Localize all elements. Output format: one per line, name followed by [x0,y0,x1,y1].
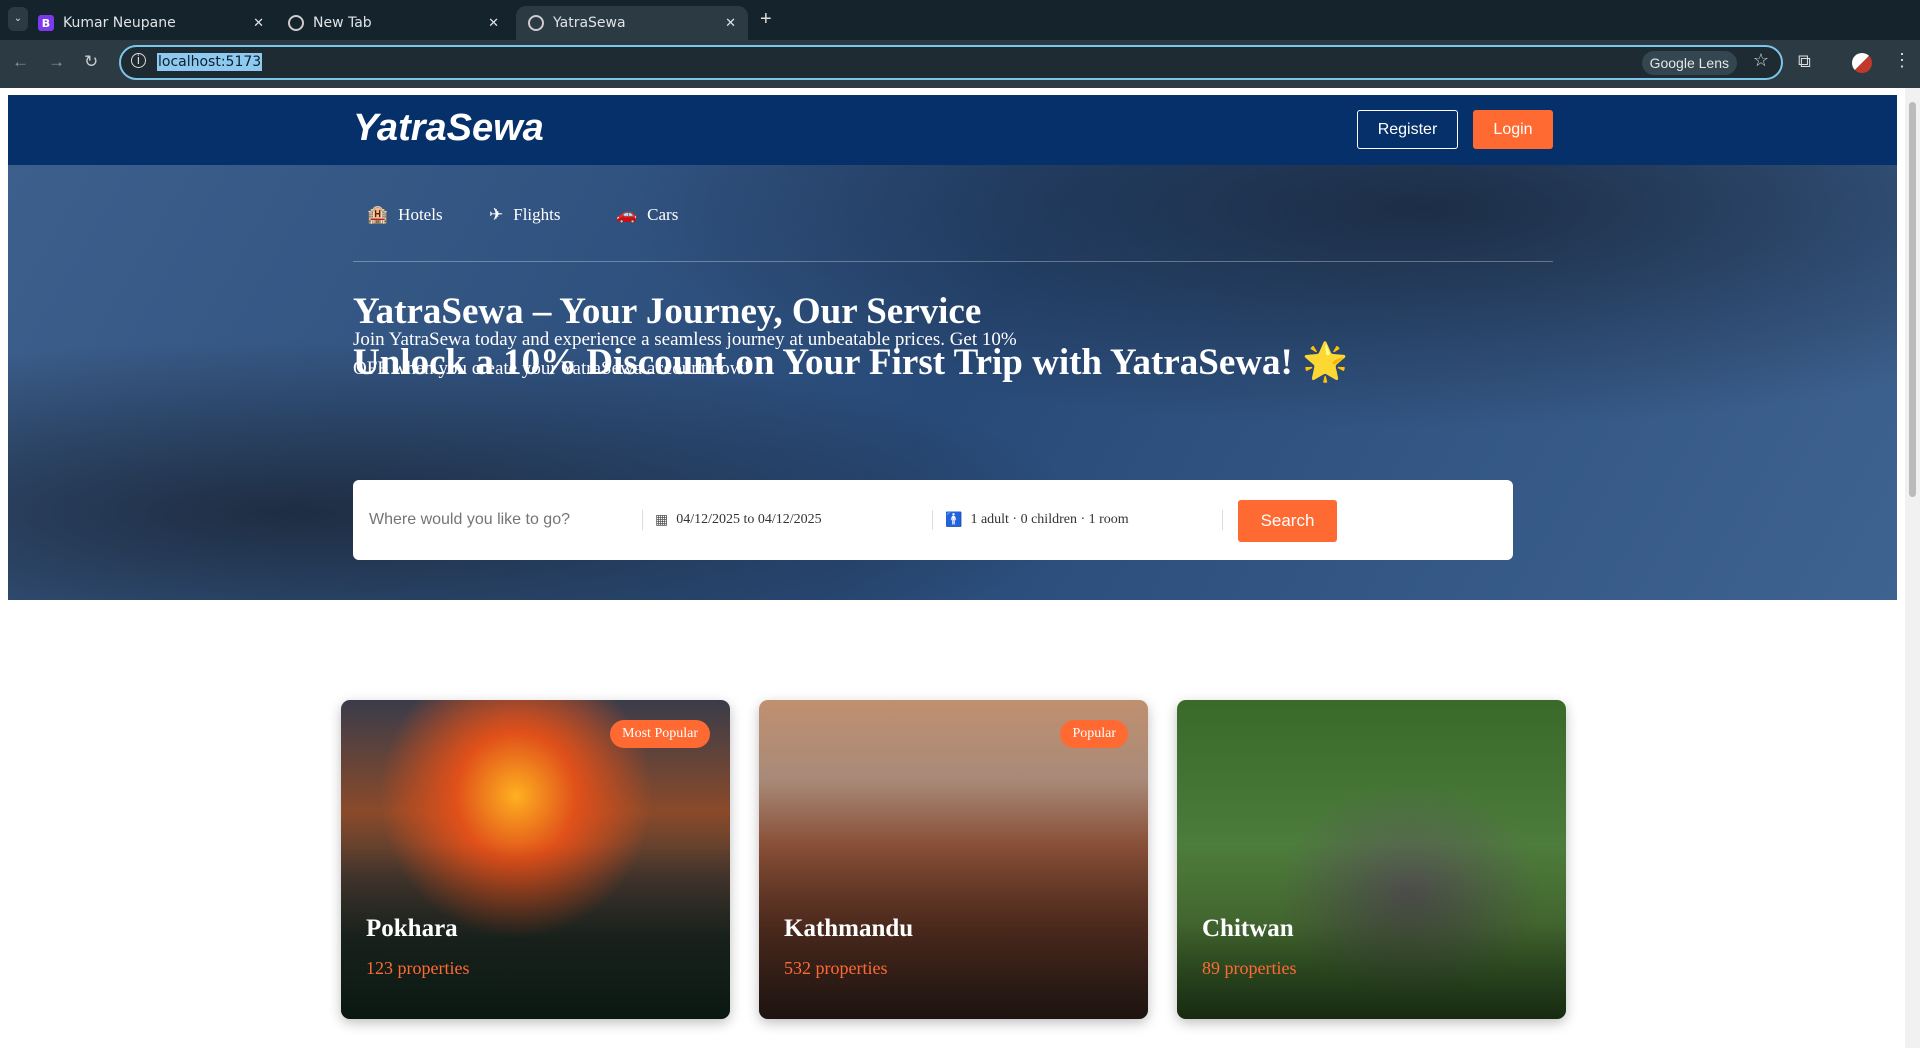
property-count: 532 properties [784,958,888,978]
search-button[interactable]: Search [1238,500,1337,542]
globe-icon [528,15,544,31]
browser-toolbar: ← → ↻ i localhost:5173 Google Lens ☆ ⧉ ⋮ [0,40,1920,88]
close-tab-icon[interactable]: ✕ [488,16,499,31]
browser-tab-bar: ⌄ B Kumar Neupane ✕ New Tab ✕ YatraSewa ✕ + [0,0,1920,40]
badge: Most Popular [610,720,710,748]
property-count: 123 properties [366,958,470,978]
extensions-icon[interactable]: ⧉ [1798,51,1811,72]
tab-kumar-neupane[interactable]: B Kumar Neupane ✕ [26,6,276,40]
property-count: 89 properties [1202,958,1297,978]
guests-text: 1 adult · 0 children · 1 room [970,512,1129,527]
tab-yatrasewa[interactable]: YatraSewa ✕ [516,6,748,40]
nav-label: Flights [513,205,561,224]
tab-title: YatraSewa [553,15,626,31]
address-bar[interactable]: i localhost:5173 Google Lens ☆ [119,45,1783,80]
hero-section: 🏨 Hotels ✈ Flights 🚗 Cars YatraSewa – Your … [8,165,1897,600]
chrome-icon [288,15,304,31]
nav-divider [353,261,1553,262]
bookmark-star-icon[interactable]: ☆ [1753,50,1769,71]
close-tab-icon[interactable]: ✕ [725,16,736,31]
destination-name: Chitwan [1202,915,1294,942]
search-bar: ▦ 04/12/2025 to 04/12/2025 🚹 1 adult · 0 c… [353,480,1513,560]
date-range-text: 04/12/2025 to 04/12/2025 [676,512,822,527]
site-header: YatraSewa Register Login [8,95,1897,165]
tab-new-tab[interactable]: New Tab ✕ [276,6,511,40]
site-info-icon[interactable]: i [131,53,146,68]
separator [1222,510,1223,530]
logo[interactable]: YatraSewa [353,107,544,150]
hero-description: Join YatraSewa today and experience a se… [353,329,1017,379]
car-icon: 🚗 [616,205,638,224]
badge: Popular [1060,720,1128,748]
google-lens-button[interactable]: Google Lens [1641,51,1737,75]
back-icon[interactable]: ← [12,52,29,72]
destination-card-pokhara[interactable]: Most Popular Pokhara 123 properties [341,700,730,1019]
destination-input[interactable] [369,504,629,536]
destination-name: Kathmandu [784,915,914,942]
destination-name: Pokhara [366,915,458,942]
new-tab-button[interactable]: + [760,8,772,31]
person-icon: 🚹 [945,512,963,528]
forward-icon[interactable]: → [48,52,65,72]
plane-icon: ✈ [489,205,504,224]
login-button[interactable]: Login [1473,110,1553,149]
profile-avatar[interactable] [1852,53,1872,73]
scrollbar-thumb[interactable] [1909,102,1916,497]
tab-list-button[interactable]: ⌄ [8,7,28,31]
destination-card-chitwan[interactable]: Chitwan 89 properties [1177,700,1566,1019]
register-button[interactable]: Register [1357,110,1458,149]
hotel-icon: 🏨 [367,205,389,224]
date-range-field[interactable]: ▦ 04/12/2025 to 04/12/2025 [655,504,822,536]
reload-icon[interactable]: ↻ [84,52,98,72]
close-tab-icon[interactable]: ✕ [253,16,264,31]
separator [932,510,933,530]
separator [642,510,643,530]
menu-icon[interactable]: ⋮ [1893,50,1911,71]
tab-title: Kumar Neupane [63,15,176,31]
nav-cars[interactable]: 🚗 Cars [616,205,678,225]
tab-title: New Tab [313,15,372,31]
guests-field[interactable]: 🚹 1 adult · 0 children · 1 room [945,504,1129,536]
nav-flights[interactable]: ✈ Flights [489,205,561,225]
nav-label: Cars [647,205,679,224]
nav-hotels[interactable]: 🏨 Hotels [367,205,443,225]
bootstrap-icon: B [38,15,54,31]
calendar-icon: ▦ [655,512,669,528]
url-text[interactable]: localhost:5173 [157,53,263,71]
destination-card-kathmandu[interactable]: Popular Kathmandu 532 properties [759,700,1148,1019]
scrollbar[interactable] [1905,88,1920,1048]
nav-label: Hotels [398,205,443,224]
